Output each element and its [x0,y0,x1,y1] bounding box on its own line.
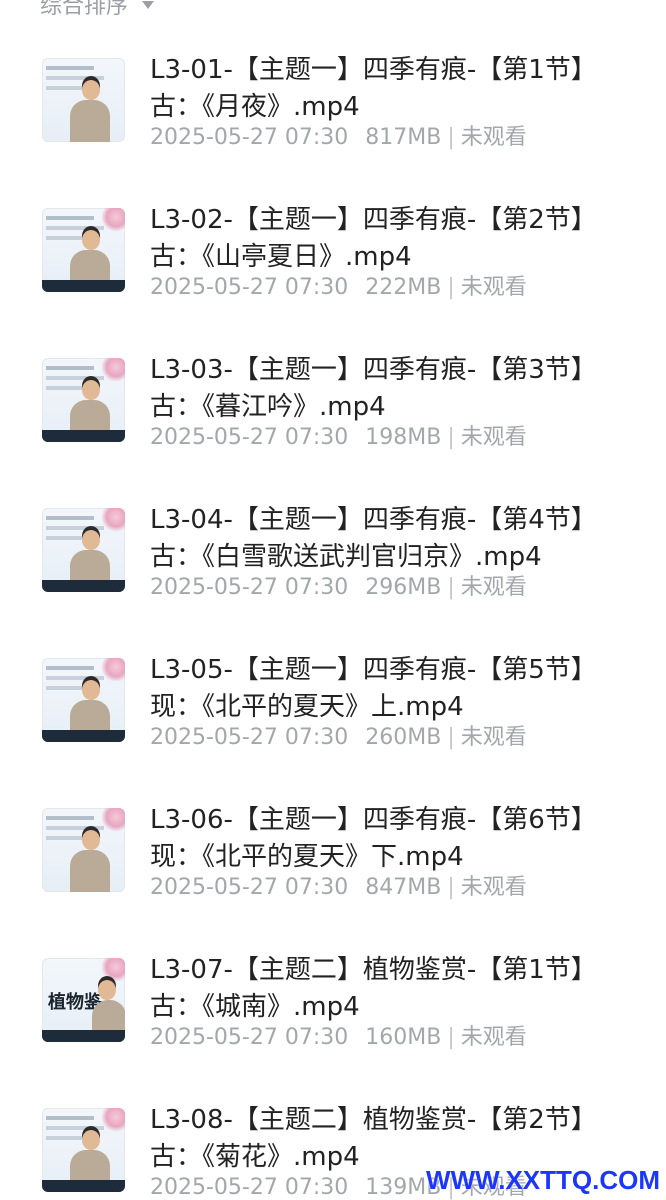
video-thumbnail [42,208,125,292]
watch-status: 未观看 [460,425,527,450]
file-date: 2025-05-27 07:30 [150,1175,349,1200]
file-meta: 2025-05-27 07:30 222MB | 未观看 [150,274,527,302]
file-title: L3-07-【主题二】植物鉴赏-【第1节】古：《城南》.mp4 [150,955,597,1022]
file-meta: 2025-05-27 07:30 198MB | 未观看 [150,424,527,452]
file-list-page: 综合排序 L3-01-【主题一】四季有痕-【第1节】古：《月夜》.mp4 202… [0,0,666,1200]
list-item[interactable]: L3-03-【主题一】四季有痕-【第3节】古：《暮江吟》.mp4 2025-05… [0,352,666,462]
watermark: WWW.XXTTQ.COM [426,1165,660,1195]
file-size: 260MB [365,725,442,750]
file-date: 2025-05-27 07:30 [150,575,349,600]
file-size: 222MB [365,275,442,300]
file-meta: 2025-05-27 07:30 847MB | 未观看 [150,874,527,902]
meta-divider: | [447,275,455,300]
file-meta: 2025-05-27 07:30 260MB | 未观看 [150,724,527,752]
meta-divider: | [447,1025,455,1050]
file-title: L3-05-【主题一】四季有痕-【第5节】现：《北平的夏天》上.mp4 [150,655,597,722]
meta-divider: | [447,125,455,150]
watch-status: 未观看 [460,275,527,300]
meta-divider: | [447,875,455,900]
video-thumbnail [42,508,125,592]
file-date: 2025-05-27 07:30 [150,725,349,750]
caret-down-icon [142,1,155,9]
file-date: 2025-05-27 07:30 [150,875,349,900]
file-title: L3-02-【主题一】四季有痕-【第2节】古：《山亭夏日》.mp4 [150,205,597,272]
watch-status: 未观看 [460,1025,527,1050]
watch-status: 未观看 [460,125,527,150]
watch-status: 未观看 [460,725,527,750]
file-meta: 2025-05-27 07:30 817MB | 未观看 [150,124,527,152]
file-meta: 2025-05-27 07:30 160MB | 未观看 [150,1024,527,1052]
file-size: 847MB [365,875,442,900]
list-item[interactable]: L3-01-【主题一】四季有痕-【第1节】古：《月夜》.mp4 2025-05-… [0,52,666,162]
meta-divider: | [447,425,455,450]
file-size: 198MB [365,425,442,450]
file-title: L3-01-【主题一】四季有痕-【第1节】古：《月夜》.mp4 [150,55,597,122]
file-size: 817MB [365,125,442,150]
video-thumbnail [42,58,125,142]
list-item[interactable]: L3-06-【主题一】四季有痕-【第6节】现：《北平的夏天》下.mp4 2025… [0,802,666,912]
meta-divider: | [447,725,455,750]
file-date: 2025-05-27 07:30 [150,425,349,450]
sort-label: 综合排序 [40,0,129,19]
watch-status: 未观看 [460,575,527,600]
list-item[interactable]: L3-02-【主题一】四季有痕-【第2节】古：《山亭夏日》.mp4 2025-0… [0,202,666,312]
file-size: 160MB [365,1025,442,1050]
list-item[interactable]: L3-05-【主题一】四季有痕-【第5节】现：《北平的夏天》上.mp4 2025… [0,652,666,762]
watch-status: 未观看 [460,875,527,900]
file-date: 2025-05-27 07:30 [150,125,349,150]
list-item[interactable]: L3-04-【主题一】四季有痕-【第4节】古：《白雪歌送武判官归京》.mp4 2… [0,502,666,612]
file-date: 2025-05-27 07:30 [150,1025,349,1050]
video-thumbnail [42,808,125,892]
meta-divider: | [447,575,455,600]
video-thumbnail [42,358,125,442]
list-item[interactable]: 植物鉴 L3-07-【主题二】植物鉴赏-【第1节】古：《城南》.mp4 2025… [0,952,666,1062]
file-date: 2025-05-27 07:30 [150,275,349,300]
video-thumbnail [42,658,125,742]
video-thumbnail [42,1108,125,1192]
video-thumbnail: 植物鉴 [42,958,125,1042]
file-title: L3-06-【主题一】四季有痕-【第6节】现：《北平的夏天》下.mp4 [150,805,597,872]
sort-dropdown[interactable]: 综合排序 [40,0,155,20]
file-title: L3-04-【主题一】四季有痕-【第4节】古：《白雪歌送武判官归京》.mp4 [150,505,597,572]
file-title: L3-03-【主题一】四季有痕-【第3节】古：《暮江吟》.mp4 [150,355,597,422]
file-size: 296MB [365,575,442,600]
file-meta: 2025-05-27 07:30 296MB | 未观看 [150,574,527,602]
